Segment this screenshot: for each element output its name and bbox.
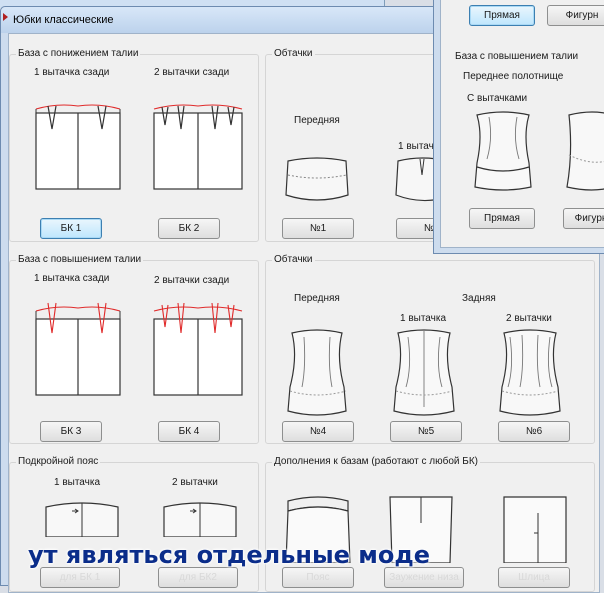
darts-label: С вытачками xyxy=(467,93,528,104)
bk1-button[interactable]: БК 1 xyxy=(40,218,102,239)
label-one-dart: 1 вытачка xyxy=(400,313,447,324)
label-one-dart-back: 1 вытачка сзади xyxy=(34,273,110,284)
label-back: Задняя xyxy=(462,293,496,304)
belt-one-dart-image xyxy=(45,502,119,537)
group-label: Обтачки xyxy=(272,254,315,265)
group-label: База с повышением талии xyxy=(16,254,144,265)
window-title: Юбки классические xyxy=(13,14,114,26)
label-two-darts-back: 2 вытачки сзади xyxy=(154,67,230,78)
subgroup-label: Переднее полотнище xyxy=(463,71,564,82)
group-label: Обтачки xyxy=(272,48,315,59)
label-two-darts: 2 вытачки xyxy=(172,477,218,488)
skirt-pattern-bk1-image xyxy=(35,104,121,190)
facing-1-button[interactable]: №1 xyxy=(282,218,354,239)
group-label: База с понижением талии xyxy=(16,48,141,59)
skirt-pattern-bk3-image xyxy=(35,302,121,396)
belt-two-darts-image xyxy=(163,502,237,537)
front-window: Прямая Фигурн База с повышением талии Пе… xyxy=(433,0,604,254)
figured-top-button[interactable]: Фигурн xyxy=(547,5,604,26)
bk3-button[interactable]: БК 3 xyxy=(40,421,102,442)
skirt-pattern-bk2-image xyxy=(153,104,243,190)
facing-5-image xyxy=(393,329,455,416)
straight-top-button[interactable]: Прямая xyxy=(469,5,535,26)
facing-6-image xyxy=(499,329,561,416)
front-panel-figured-image xyxy=(566,111,604,191)
facing-4-button[interactable]: №4 xyxy=(282,421,354,442)
front-window-client: Прямая Фигурн База с повышением талии Пе… xyxy=(440,0,604,248)
bk2-button[interactable]: БК 2 xyxy=(158,218,220,239)
skirt-pattern-bk4-image xyxy=(153,302,243,396)
label-front: Передняя xyxy=(294,115,340,126)
label-one-dart: 1 вытачка xyxy=(54,477,101,488)
facing-front-image xyxy=(285,157,349,201)
label-front: Передняя xyxy=(294,293,340,304)
app-icon xyxy=(3,13,8,21)
straight-button[interactable]: Прямая xyxy=(469,208,535,229)
group-base-low-waist: База с понижением талии 1 вытачка сзади … xyxy=(9,48,259,242)
group-label: База с повышением талии xyxy=(455,51,579,62)
bk4-button[interactable]: БК 4 xyxy=(158,421,220,442)
group-label: Подкройной пояс xyxy=(16,456,101,467)
facing-5-button[interactable]: №5 xyxy=(390,421,462,442)
label-two-darts-back: 2 вытачки сзади xyxy=(154,275,230,286)
group-base-high-waist: База с повышением талии 1 вытачка сзади … xyxy=(9,254,259,444)
figured-button[interactable]: Фигурн xyxy=(563,208,604,229)
group-facings-bottom: Обтачки Передняя Задняя 1 вытачка 2 выта… xyxy=(265,254,595,444)
facing-4-image xyxy=(287,329,347,416)
caption-text: ут являться отдельные моде xyxy=(28,541,431,569)
label-one-dart-back: 1 вытачка сзади xyxy=(34,67,110,78)
label-one-dart: 1 вытач xyxy=(398,141,434,152)
slide-caption: ут являться отдельные моде xyxy=(0,532,604,579)
label-two-darts: 2 вытачки xyxy=(506,313,552,324)
facing-6-button[interactable]: №6 xyxy=(498,421,570,442)
group-label: Дополнения к базам (работают с любой БК) xyxy=(272,456,480,467)
front-panel-darts-image xyxy=(474,111,532,191)
